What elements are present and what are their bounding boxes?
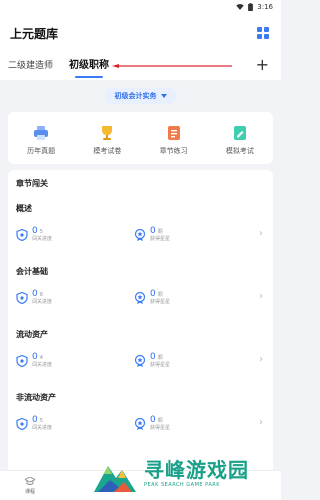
chapter-stats: 0 5 闯关进度 0 颗获得星星 ›	[16, 224, 265, 246]
progress-value: 0	[32, 226, 38, 237]
shield-icon	[16, 354, 28, 367]
stars-value: 0	[150, 226, 156, 237]
progress-caption: 闯关进度	[32, 236, 53, 243]
chapter-stats: 0 8 闯关进度 0 颗获得星星 ›	[16, 287, 265, 309]
chapter-item[interactable]: 概述 0 5 闯关进度 0 颗获得星星 ›	[16, 203, 265, 246]
mountain-logo-icon	[94, 466, 136, 492]
star-badge-icon	[134, 291, 146, 304]
tool-label: 章节练习	[159, 147, 188, 155]
watermark-title: 寻峰游戏园	[144, 458, 249, 482]
shield-icon	[16, 228, 28, 241]
section-heading: 章节闯关	[16, 179, 48, 188]
progress-value: 0	[32, 352, 38, 363]
chapter-item[interactable]: 会计基础 0 8 闯关进度 0 颗获得星星 ›	[16, 266, 265, 309]
stars-caption: 获得星星	[150, 299, 171, 306]
annotation-arrow-icon	[112, 64, 232, 68]
chapter-name: 非流动资产	[16, 393, 56, 402]
subject-row: 初级会计实务	[0, 80, 281, 112]
stars-caption: 获得星星	[150, 425, 171, 432]
tool-grid: 历年真题 模考试卷 章节练习 模拟考试	[8, 112, 273, 164]
star-badge-icon	[134, 354, 146, 367]
stars-value: 0	[150, 289, 156, 300]
chapter-name: 会计基础	[16, 267, 48, 276]
status-bar: 3:16	[0, 0, 281, 14]
progress-stat: 0 5 闯关进度	[16, 415, 134, 432]
stars-unit: 颗	[157, 292, 163, 299]
progress-total: 5	[39, 418, 43, 425]
tool-chapter-practice[interactable]: 章节练习	[160, 124, 188, 156]
progress-total: 8	[39, 292, 43, 299]
watermark-subtitle: PEAK SEARCH GAME PARK	[144, 482, 221, 488]
chevron-right-icon[interactable]: ›	[259, 228, 263, 239]
edit-icon	[233, 126, 246, 140]
watermark: 寻峰游戏园 PEAK SEARCH GAME PARK	[92, 454, 249, 494]
chapter-item[interactable]: 非流动资产 0 5 闯关进度 0 颗获得星星 ›	[16, 392, 265, 435]
stars-unit: 颗	[157, 418, 163, 425]
stars-stat: 0 颗获得星星	[134, 415, 252, 432]
tool-label: 模考试卷	[93, 147, 122, 155]
chevron-right-icon[interactable]: ›	[259, 417, 263, 428]
progress-stat: 0 5 闯关进度	[16, 226, 134, 243]
tool-label: 历年真题	[27, 147, 56, 155]
progress-value: 0	[32, 289, 38, 300]
chapter-stats: 0 5 闯关进度 0 颗获得星星 ›	[16, 413, 265, 435]
chevron-right-icon[interactable]: ›	[259, 354, 263, 365]
status-time: 3:16	[257, 3, 273, 11]
page-title: 上元题库	[10, 26, 59, 41]
nav-label: 课程	[24, 488, 35, 495]
stars-caption: 获得星星	[150, 362, 171, 369]
add-category-icon[interactable]: +	[256, 55, 269, 74]
chapter-item[interactable]: 流动资产 0 4 闯关进度 0 颗获得星星 ›	[16, 329, 265, 372]
star-badge-icon	[134, 417, 146, 430]
progress-stat: 0 8 闯关进度	[16, 289, 134, 306]
progress-stat: 0 4 闯关进度	[16, 352, 134, 369]
tab-junior-title[interactable]: 初级职称	[69, 52, 109, 80]
chevron-right-icon[interactable]: ›	[259, 291, 263, 302]
tool-mock-papers[interactable]: 模考试卷	[93, 124, 121, 156]
trophy-icon	[102, 126, 113, 140]
stars-value: 0	[150, 415, 156, 426]
progress-value: 0	[32, 415, 38, 426]
course-icon	[25, 476, 35, 485]
chapter-stats: 0 4 闯关进度 0 颗获得星星 ›	[16, 350, 265, 372]
tool-mock-exam[interactable]: 模拟考试	[226, 124, 254, 156]
grid-menu-icon[interactable]	[257, 27, 269, 39]
list-icon	[167, 126, 180, 140]
progress-total: 5	[39, 229, 43, 236]
chapter-section: 章节闯关 概述 0 5 闯关进度 0 颗获得星星 › 会计基础 0 8 闯关进度 0 颗获得…	[8, 170, 273, 500]
nav-item-course[interactable]: 课程	[0, 476, 60, 495]
tool-label: 模拟考试	[225, 147, 254, 155]
stars-stat: 0 颗获得星星	[134, 226, 252, 243]
wifi-icon	[236, 4, 245, 10]
progress-caption: 闯关进度	[32, 299, 53, 306]
stars-unit: 颗	[157, 355, 163, 362]
shield-icon	[16, 417, 28, 430]
progress-caption: 闯关进度	[32, 362, 53, 369]
subject-selector[interactable]: 初级会计实务	[104, 88, 177, 104]
tab-second-class-constructor[interactable]: 二级建造师	[8, 52, 53, 80]
star-badge-icon	[134, 228, 146, 241]
stars-unit: 颗	[157, 229, 163, 236]
dropdown-triangle-icon	[160, 94, 167, 98]
printer-icon	[34, 126, 49, 140]
app-bar: 上元题库	[0, 14, 281, 52]
shield-icon	[16, 291, 28, 304]
tool-past-papers[interactable]: 历年真题	[27, 124, 55, 156]
stars-stat: 0 颗获得星星	[134, 289, 252, 306]
subject-label: 初级会计实务	[114, 92, 157, 100]
chapter-name: 流动资产	[16, 330, 48, 339]
battery-icon	[248, 3, 254, 11]
progress-caption: 闯关进度	[32, 425, 53, 432]
stars-stat: 0 颗获得星星	[134, 352, 252, 369]
progress-total: 4	[39, 355, 43, 362]
category-tabs: 二级建造师 初级职称 +	[0, 52, 281, 80]
stars-value: 0	[150, 352, 156, 363]
stars-caption: 获得星星	[150, 236, 171, 243]
chapter-name: 概述	[16, 204, 32, 213]
